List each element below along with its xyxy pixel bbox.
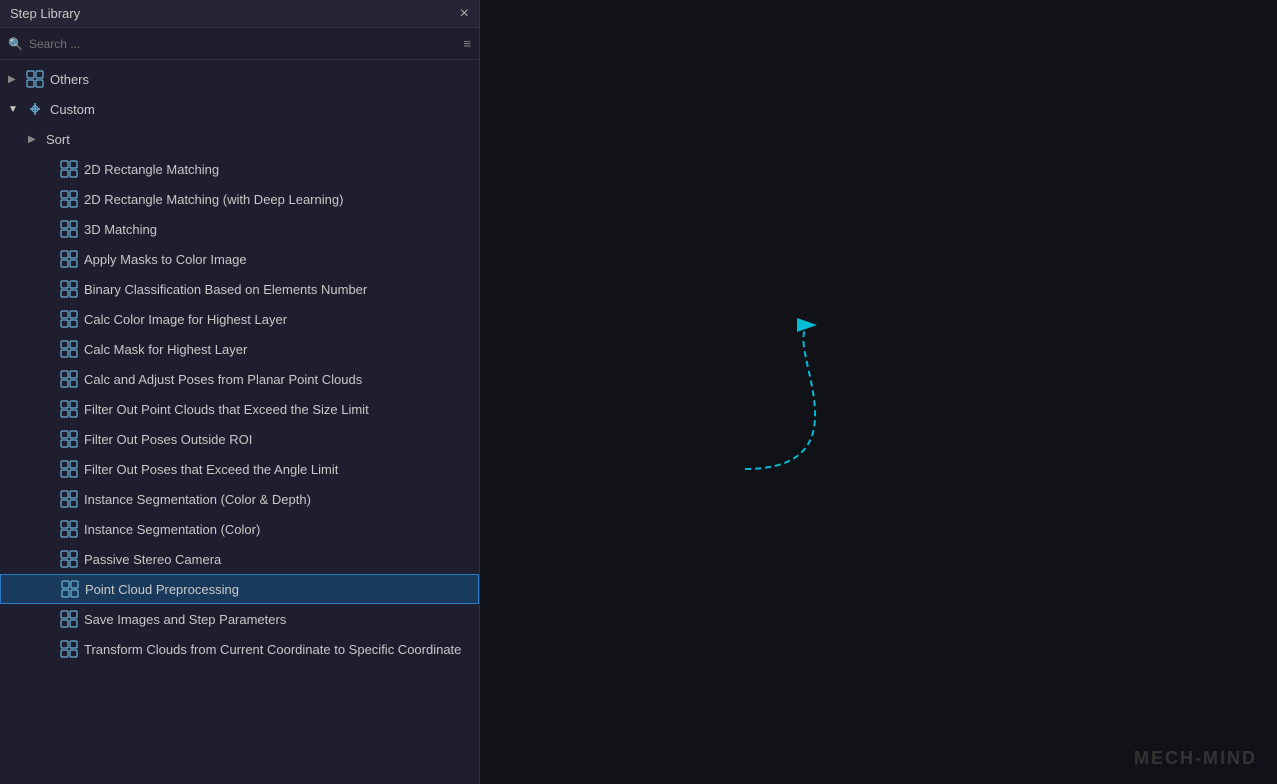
- sidebar-item-binary-class[interactable]: Binary Classification Based on Elements …: [0, 274, 479, 304]
- connection-arrow: [480, 0, 1277, 784]
- calc-adjust-label: Calc and Adjust Poses from Planar Point …: [84, 372, 362, 387]
- step-icon: [60, 310, 78, 328]
- step-icon: [60, 400, 78, 418]
- inst-seg-c-label: Instance Segmentation (Color): [84, 522, 260, 537]
- passive-stereo-label: Passive Stereo Camera: [84, 552, 221, 567]
- others-icon: [26, 70, 44, 88]
- sidebar-item-calc-color[interactable]: Calc Color Image for Highest Layer: [0, 304, 479, 334]
- sidebar-item-calc-adjust[interactable]: Calc and Adjust Poses from Planar Point …: [0, 364, 479, 394]
- sidebar-item-3d-match[interactable]: 3D Matching: [0, 214, 479, 244]
- sidebar-item-filter-size[interactable]: Filter Out Point Clouds that Exceed the …: [0, 394, 479, 424]
- sidebar-item-inst-seg-c[interactable]: Instance Segmentation (Color): [0, 514, 479, 544]
- sidebar-item-filter-angle[interactable]: Filter Out Poses that Exceed the Angle L…: [0, 454, 479, 484]
- sidebar-header: Step Library ×: [0, 0, 479, 28]
- sidebar-item-passive-stereo[interactable]: Passive Stereo Camera: [0, 544, 479, 574]
- expand-arrow-sort: ▶: [28, 134, 40, 145]
- close-button[interactable]: ×: [460, 6, 469, 22]
- main-canvas: <Image/Depth> Camera Depth Image <Image/…: [480, 0, 1277, 784]
- 3d-match-label: 3D Matching: [84, 222, 157, 237]
- filter-roi-label: Filter Out Poses Outside ROI: [84, 432, 252, 447]
- calc-color-label: Calc Color Image for Highest Layer: [84, 312, 287, 327]
- calc-mask-label: Calc Mask for Highest Layer: [84, 342, 247, 357]
- sidebar-item-rect-match[interactable]: 2D Rectangle Matching: [0, 154, 479, 184]
- step-icon: [60, 490, 78, 508]
- sidebar-item-save-images[interactable]: Save Images and Step Parameters: [0, 604, 479, 634]
- step-icon: [60, 280, 78, 298]
- step-icon: [60, 250, 78, 268]
- sidebar-item-others[interactable]: ▶ Others: [0, 64, 479, 94]
- sidebar-title: Step Library: [10, 6, 80, 21]
- filter-icon[interactable]: ≡: [463, 36, 471, 51]
- sidebar-item-inst-seg-cd[interactable]: Instance Segmentation (Color & Depth): [0, 484, 479, 514]
- tree-list: ▶ Others ▼ Custom ▶ Sort: [0, 60, 479, 784]
- expand-arrow-custom: ▼: [8, 104, 20, 115]
- sidebar-item-point-cloud-pp[interactable]: Point Cloud Preprocessing: [0, 574, 479, 604]
- sidebar-item-custom[interactable]: ▼ Custom: [0, 94, 479, 124]
- watermark: MECH-MIND: [1134, 748, 1257, 769]
- rect-match-dl-label: 2D Rectangle Matching (with Deep Learnin…: [84, 192, 343, 207]
- inst-seg-cd-label: Instance Segmentation (Color & Depth): [84, 492, 311, 507]
- sidebar-item-apply-masks[interactable]: Apply Masks to Color Image: [0, 244, 479, 274]
- sidebar: Step Library × 🔍 ≡ ▶ Others ▼: [0, 0, 480, 784]
- step-icon: [60, 220, 78, 238]
- search-input[interactable]: [29, 37, 457, 51]
- sort-label: Sort: [46, 132, 70, 147]
- sidebar-item-sort[interactable]: ▶ Sort: [0, 124, 479, 154]
- step-icon: [60, 460, 78, 478]
- filter-angle-label: Filter Out Poses that Exceed the Angle L…: [84, 462, 338, 477]
- sidebar-item-filter-roi[interactable]: Filter Out Poses Outside ROI: [0, 424, 479, 454]
- binary-class-label: Binary Classification Based on Elements …: [84, 282, 367, 297]
- step-icon: [60, 640, 78, 658]
- transform-clouds-label: Transform Clouds from Current Coordinate…: [84, 642, 461, 657]
- apply-masks-label: Apply Masks to Color Image: [84, 252, 247, 267]
- step-icon: [60, 520, 78, 538]
- sidebar-item-transform-clouds[interactable]: Transform Clouds from Current Coordinate…: [0, 634, 479, 664]
- expand-arrow-others: ▶: [8, 74, 20, 85]
- point-cloud-pp-label: Point Cloud Preprocessing: [85, 582, 239, 597]
- step-icon: [60, 610, 78, 628]
- custom-icon: [26, 100, 44, 118]
- step-icon: [60, 340, 78, 358]
- search-icon: 🔍: [8, 37, 23, 51]
- sidebar-item-rect-match-dl[interactable]: 2D Rectangle Matching (with Deep Learnin…: [0, 184, 479, 214]
- sidebar-item-calc-mask[interactable]: Calc Mask for Highest Layer: [0, 334, 479, 364]
- step-icon: [61, 580, 79, 598]
- step-icon: [60, 160, 78, 178]
- filter-size-label: Filter Out Point Clouds that Exceed the …: [84, 402, 369, 417]
- custom-label: Custom: [50, 102, 95, 117]
- step-icon: [60, 190, 78, 208]
- step-icon: [60, 430, 78, 448]
- search-bar: 🔍 ≡: [0, 28, 479, 60]
- rect-match-label: 2D Rectangle Matching: [84, 162, 219, 177]
- step-icon: [60, 550, 78, 568]
- step-icon: [60, 370, 78, 388]
- others-label: Others: [50, 72, 89, 87]
- save-images-label: Save Images and Step Parameters: [84, 612, 286, 627]
